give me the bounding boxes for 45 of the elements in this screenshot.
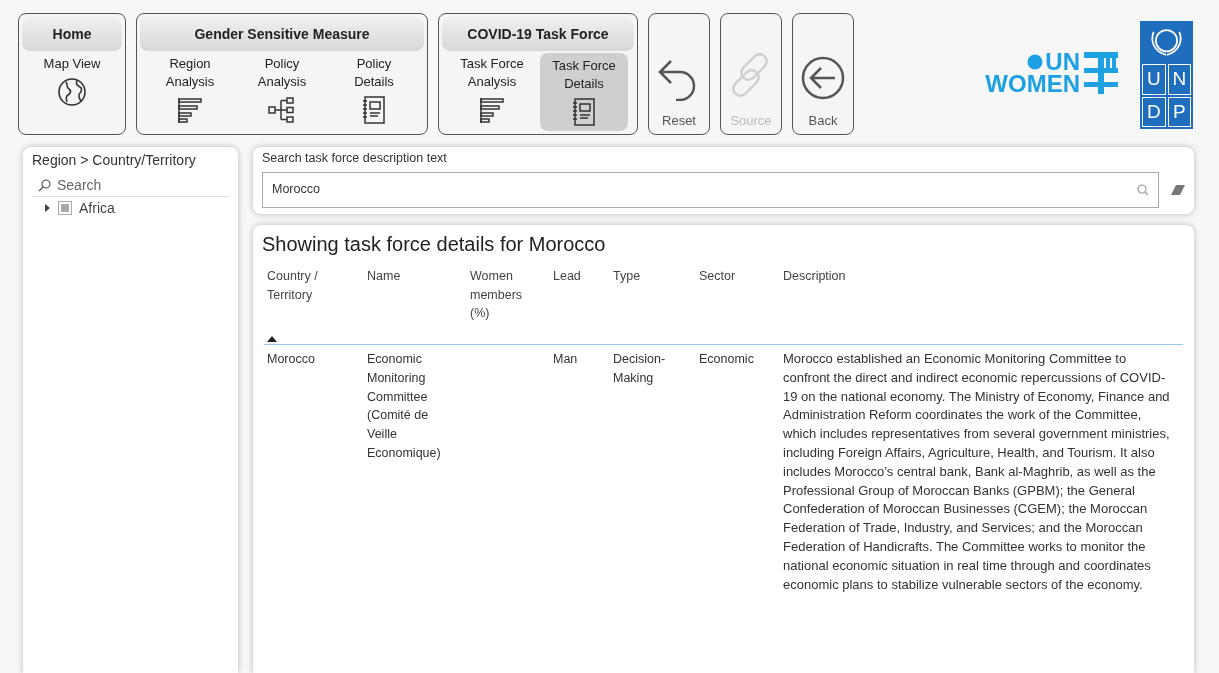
table-cell-text: Morocco (267, 351, 316, 368)
logo-letter: U (1142, 64, 1166, 95)
nav-tab[interactable]: Policy Details (330, 53, 418, 129)
nav-tab[interactable]: Map View (28, 53, 116, 111)
nav-group-title: COVID-19 Task Force (442, 17, 634, 51)
tree-item[interactable]: Africa (32, 197, 229, 219)
hierarchy-icon (267, 95, 297, 125)
column-header[interactable]: Country / Territory (264, 267, 364, 342)
nav-tab[interactable]: Task Force Details (540, 53, 628, 131)
slicer-title: Region > Country/Territory (32, 151, 197, 170)
eraser-icon[interactable] (1171, 184, 1185, 195)
bar-chart-icon (477, 95, 507, 125)
column-header[interactable]: Name (364, 267, 467, 342)
table-cell-text: Morocco established an Economic Monitoring Committee to confront the direct and indirect economic repercussions of COVID-19 on the national economy. The Ministry of Economy, Finance and Administration Reform coordinates the work of the Committee, which includes representatives from several government ministries, including Foreign Affairs, Agriculture, Health, and Tourism. It also includes Morocco’s central bank, Bank al-Maghrib, as well as the Professional Group of Moroccan Banks (GPBM); the General Confederation of Moroccan Businesses (CGEM); the Moroccan Federation of Trade, Industry, and Services; and the Moroccan Federation of Handicrafts. The Committee works to monitor the national economic situation in real time through and coordinates economic plans to stabilize vulnerable sectors of the economy. (783, 350, 1171, 594)
nav-tab[interactable]: Policy Analysis (238, 53, 326, 129)
bar-chart-icon (175, 95, 205, 125)
nav-tab[interactable]: Task Force Analysis (448, 53, 536, 131)
table-cell-text: Economic Monitoring Committee (Comité de Veille Economique) (367, 351, 442, 462)
un-women-logo: UN WOMEN (985, 51, 1118, 95)
description-search-field[interactable]: Morocco (262, 171, 1159, 208)
search-icon (38, 179, 51, 192)
column-header[interactable]: Type (610, 267, 696, 342)
column-header[interactable]: Description (780, 267, 1176, 342)
column-header[interactable]: Sector (696, 267, 780, 342)
logo-letter: N (1167, 64, 1191, 95)
logo-letter: D (1142, 96, 1166, 127)
column-header[interactable]: Lead (550, 267, 610, 342)
expand-caret-icon[interactable] (45, 204, 51, 212)
nav-group-title: Home (22, 17, 122, 51)
search-label: Search task force description text (262, 150, 448, 167)
nav-group-title: Gender Sensitive Measure (140, 17, 424, 51)
logo-mark-icon (1084, 52, 1118, 94)
tree-search-field[interactable]: Search (32, 175, 229, 197)
globe-icon (57, 77, 87, 107)
column-header[interactable]: Women members (%) (467, 267, 550, 342)
nav-tab[interactable]: Region Analysis (146, 53, 234, 129)
action-button[interactable]: Reset (648, 13, 710, 135)
action-button[interactable]: Back (792, 13, 854, 135)
table-title: Showing task force details for Morocco (262, 232, 607, 257)
checkbox[interactable] (58, 201, 72, 215)
logo-letter: P (1167, 96, 1191, 127)
table-cell-text: Economic (699, 351, 755, 368)
table-cell-text: Decision-Making (613, 351, 667, 387)
table-cell-text: Man (553, 351, 579, 368)
search-icon (1137, 183, 1149, 196)
